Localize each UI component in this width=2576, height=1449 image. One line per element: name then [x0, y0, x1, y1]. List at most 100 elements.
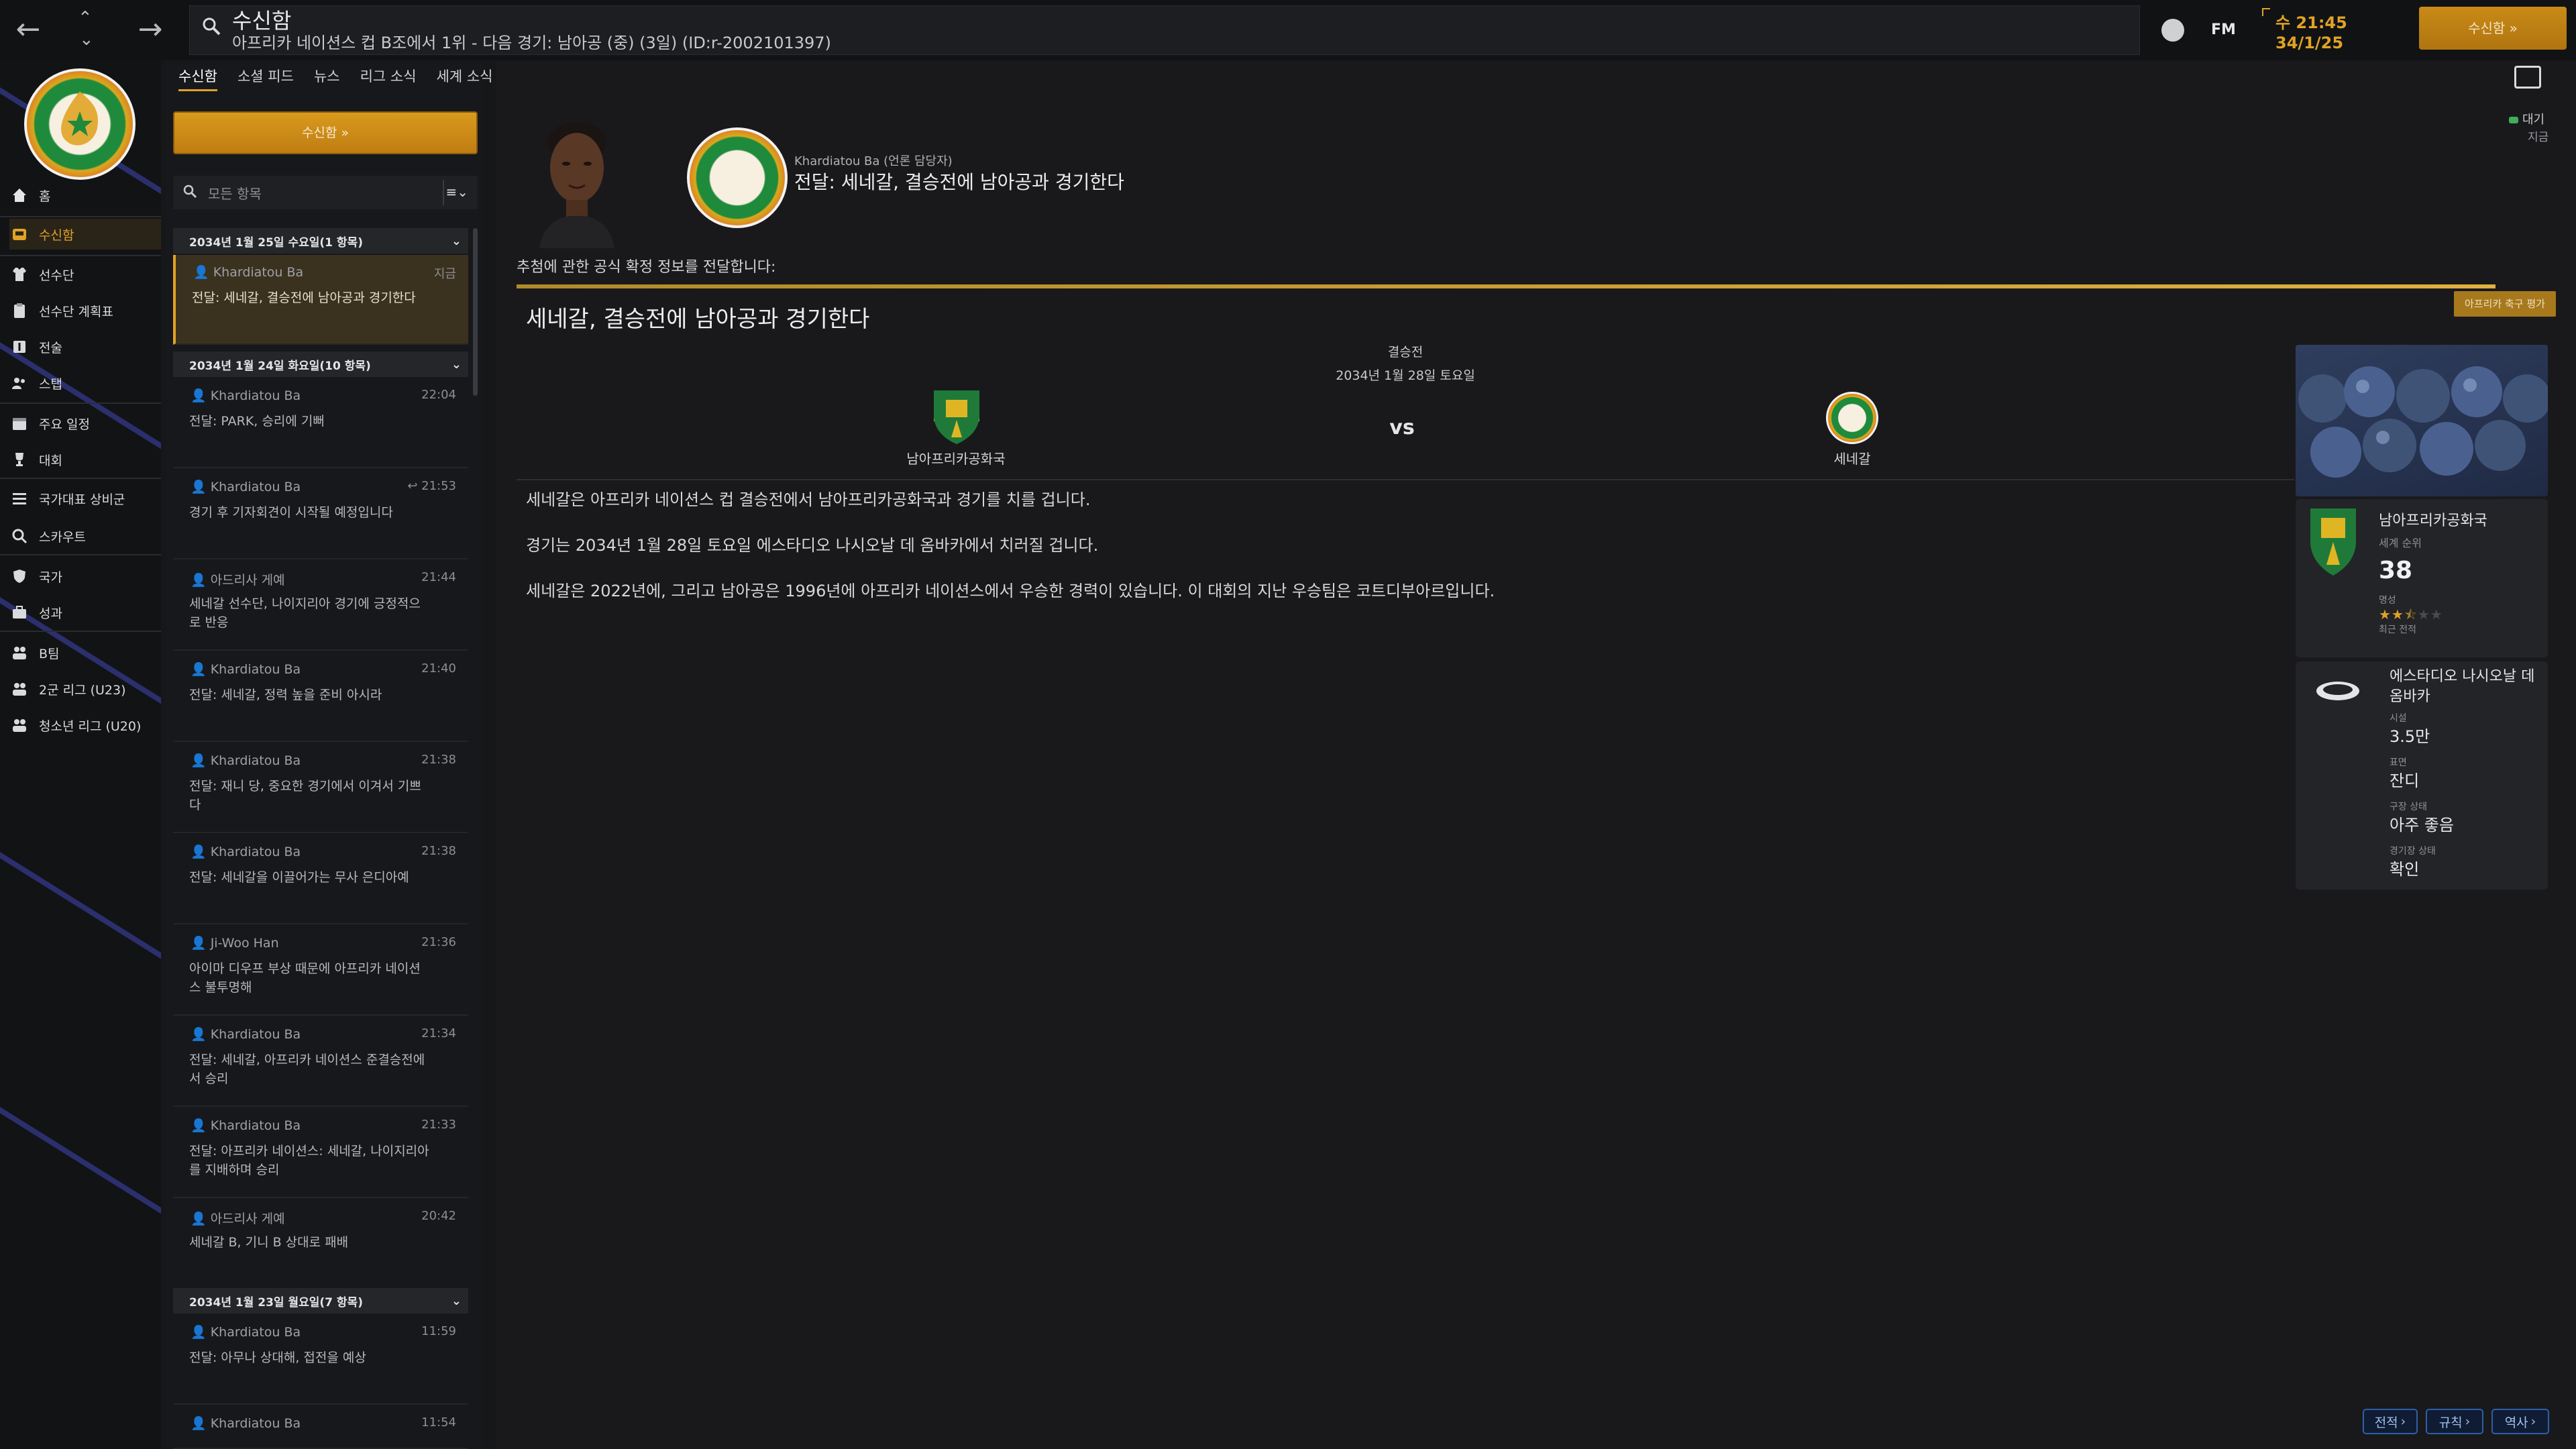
message-time: 22:04 [421, 388, 456, 402]
message-time: 21:38 [421, 844, 456, 858]
sidebar-item-b-team[interactable]: B팀 [9, 637, 161, 668]
history-button[interactable]: 역사 › [2491, 1409, 2549, 1434]
double-chevron-icon: » [2509, 20, 2518, 36]
club-crest[interactable] [24, 68, 136, 180]
briefcase-icon [9, 602, 30, 623]
stadium-name[interactable]: 에스타디오 나시오날 데 옴바카 [2390, 667, 2541, 707]
inbox-message-item[interactable]: 👤 Khardiatou Ba 22:04 전달: PARK, 승리에 기뻐 [173, 378, 468, 468]
message-subject: 전달: 재니 당, 중요한 경기에서 이겨서 기쁘다 [189, 779, 421, 812]
recent-form-label: 최근 전적 [2379, 625, 2416, 635]
pitch-condition-label: 구장 상태 [2390, 802, 2427, 812]
inbox-message-item[interactable]: 👤 아드리사 게예 20:42 세네갈 B, 기니 B 상대로 패배 [173, 1199, 468, 1289]
tab-world-news[interactable]: 세계 소식 [437, 64, 493, 91]
south-africa-crest[interactable] [931, 390, 982, 444]
home-team-name[interactable]: 남아프리카공화국 [859, 448, 1053, 468]
profile-icon[interactable] [2161, 19, 2184, 42]
record-button[interactable]: 전적 › [2363, 1409, 2418, 1434]
inbox-scrollbar[interactable] [473, 228, 478, 396]
shirt-icon [9, 264, 30, 284]
inbox-message-item[interactable]: 👤 Khardiatou Ba 11:54 [173, 1406, 468, 1449]
message-sender: 👤 Ji-Woo Han [191, 936, 279, 951]
sender-club-crest[interactable] [687, 127, 788, 228]
inbox-message-item[interactable]: 👤 Ji-Woo Han 21:36 아이마 디우프 부상 때문에 아프리카 네이션… [173, 926, 468, 1016]
inbox-message-item[interactable]: 👤 Khardiatou Ba ↩ 21:53 경기 후 기자회견이 시작될 예정입… [173, 470, 468, 559]
status-time: 지금 [2528, 131, 2549, 144]
draw-balls-image [2296, 345, 2548, 496]
continue-button[interactable]: 수신함 » [2419, 7, 2567, 50]
message-time: 21:44 [421, 570, 456, 584]
inbox-action-button[interactable]: 수신함 » [173, 111, 478, 154]
sidebar-item-u20[interactable]: 청소년 리그 (U20) [9, 710, 161, 741]
inbox-group-header[interactable]: 2034년 1월 23일 월요일(7 항목) ⌄ [173, 1288, 468, 1313]
opponent-info-card: 남아프리카공화국 세계 순위 38 명성 ★★⯪★★ 최근 전적 [2296, 499, 2548, 657]
chevron-down-icon: ⌄ [451, 357, 462, 372]
sidebar-item-performance[interactable]: 성과 [9, 597, 161, 628]
message-time: ↩ 21:53 [407, 479, 456, 493]
capacity-label: 시설 [2390, 713, 2407, 724]
inbox-message-item[interactable]: 👤 Khardiatou Ba 지금 전달: 세네갈, 결승전에 남아공과 경기한다 [173, 255, 468, 345]
rules-button[interactable]: 규칙 › [2426, 1409, 2483, 1434]
sort-menu-icon[interactable]: ≡⌄ [445, 184, 468, 200]
inbox-message-item[interactable]: 👤 아드리사 게예 21:44 세네갈 선수단, 나이지리아 경기에 긍정적으로 반… [173, 561, 468, 651]
sidebar-item-inbox[interactable]: 수신함 [9, 219, 161, 250]
away-team-name[interactable]: 세네갈 [1758, 448, 1947, 468]
sidebar-item-schedule[interactable]: 주요 일정 [9, 408, 161, 439]
pitch-condition-value: 아주 좋음 [2390, 816, 2454, 835]
inbox-message-item[interactable]: 👤 Khardiatou Ba 21:40 전달: 세네갈, 정력 높을 준비 아시… [173, 652, 468, 742]
inbox-message-item[interactable]: 👤 Khardiatou Ba 21:38 전달: 재니 당, 중요한 경기에서 이… [173, 743, 468, 833]
inbox-filter[interactable]: 모든 항목 ≡⌄ [173, 176, 478, 209]
sidebar-item-squad[interactable]: 선수단 [9, 259, 161, 290]
article-headline: 세네갈, 결승전에 남아공과 경기한다 [526, 306, 870, 333]
sidebar-item-label: 선수단 계획표 [39, 304, 113, 319]
south-africa-crest[interactable] [2308, 508, 2359, 576]
tab-news[interactable]: 뉴스 [314, 64, 340, 91]
down-chevron-icon[interactable]: ⌄ [79, 31, 94, 48]
tab-inbox[interactable]: 수신함 [178, 64, 217, 91]
tab-social-feed[interactable]: 소셜 피드 [237, 64, 294, 91]
sidebar-item-nation[interactable]: 국가 [9, 561, 161, 592]
inbox-group-header[interactable]: 2034년 1월 25일 수요일(1 항목) ⌄ [173, 228, 468, 254]
message-subject-title: 전달: 세네갈, 결승전에 남아공과 경기한다 [794, 171, 1124, 193]
sidebar-item-national-pool[interactable]: 국가대표 상비군 [9, 483, 161, 514]
sidebar-item-label: 수신함 [39, 227, 74, 243]
match-stage: 결승전 [1387, 345, 1424, 360]
up-chevron-icon[interactable]: ⌃ [78, 9, 93, 27]
sidebar-item-tactics[interactable]: 전술 [9, 331, 161, 362]
message-subject: 경기 후 기자회견이 시작될 예정입니다 [189, 505, 393, 520]
clock-corner [2262, 8, 2270, 16]
article-paragraph: 세네갈은 아프리카 네이션스 컵 결승전에서 남아프리카공화국과 경기를 치를 … [526, 490, 1091, 509]
sidebar-item-squad-planner[interactable]: 선수단 계획표 [9, 295, 161, 326]
replied-icon: ↩ [407, 479, 422, 493]
message-subject: 세네갈 B, 기니 B 상대로 패배 [189, 1235, 349, 1250]
inbox-message-item[interactable]: 👤 Khardiatou Ba 21:38 전달: 세네갈을 이끌어가는 무사 은디… [173, 835, 468, 924]
message-sender: 👤 Khardiatou Ba [191, 480, 301, 494]
senegal-crest[interactable] [1826, 392, 1878, 444]
sender-avatar[interactable] [537, 101, 617, 248]
sidebar-item-home[interactable]: 홈 [9, 180, 161, 211]
tab-league-news[interactable]: 리그 소식 [360, 64, 417, 91]
sidebar-item-u23[interactable]: 2군 리그 (U23) [9, 674, 161, 704]
filter-divider [443, 180, 444, 205]
message-subject: 세네갈 선수단, 나이지리아 경기에 긍정적으로 반응 [189, 596, 421, 630]
opponent-name[interactable]: 남아프리카공화국 [2379, 508, 2487, 530]
inbox-message-item[interactable]: 👤 Khardiatou Ba 21:34 전달: 세네갈, 아프리카 네이션스 준… [173, 1017, 468, 1107]
inbox-message-item[interactable]: 👤 Khardiatou Ba 11:59 전달: 아무나 상대해, 접전을 예상 [173, 1315, 468, 1405]
inbox-message-item[interactable]: 👤 Khardiatou Ba 21:33 전달: 아프리카 네이션스: 세네갈, … [173, 1108, 468, 1198]
back-arrow-icon[interactable]: ← [8, 15, 48, 44]
message-time: 21:34 [421, 1026, 456, 1040]
versus-label: vs [1389, 416, 1415, 439]
sender-name-line[interactable]: Khardiatou Ba (언론 담당자) [794, 152, 953, 169]
screen-capture-icon[interactable] [2514, 66, 2541, 89]
sidebar-item-staff[interactable]: 스탭 [9, 368, 161, 398]
sidebar-item-label: 선수단 [39, 268, 74, 283]
sidebar-item-competitions[interactable]: 대회 [9, 444, 161, 475]
message-subject: 전달: 세네갈을 이끌어가는 무사 은디아예 [189, 870, 409, 885]
list-icon [9, 488, 30, 508]
inbox-group-header[interactable]: 2034년 1월 24일 화요일(10 항목) ⌄ [173, 352, 468, 377]
forward-arrow-icon[interactable]: → [130, 15, 170, 44]
inbox-action-label: 수신함 [301, 125, 337, 140]
sidebar-item-scouting[interactable]: 스카우트 [9, 521, 161, 551]
message-sender: 👤 아드리사 게예 [191, 1212, 285, 1226]
fm-logo[interactable]: FM [2211, 21, 2236, 38]
sidebar-item-label: 대회 [39, 453, 62, 468]
